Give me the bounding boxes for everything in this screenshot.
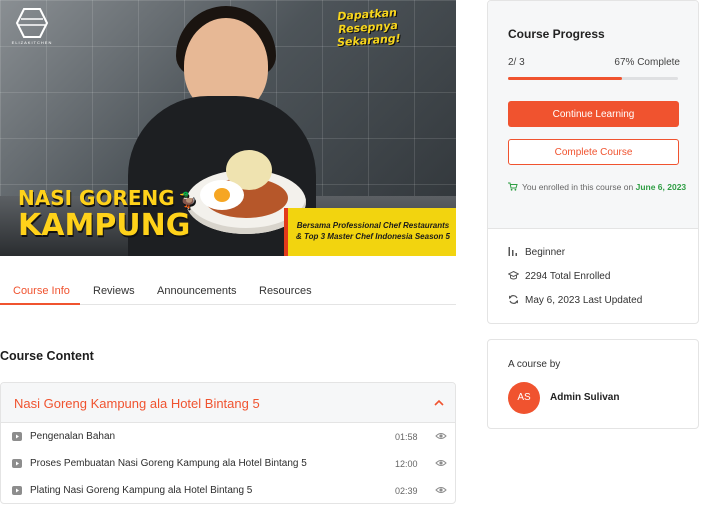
enrollment-date: June 6, 2023 [635,182,687,192]
tab-announcements[interactable]: Announcements [157,285,237,297]
tab-resources[interactable]: Resources [259,285,312,297]
topic-header[interactable]: Nasi Goreng Kampung ala Hotel Bintang 5 [1,383,455,423]
continue-learning-button[interactable]: Continue Learning [508,101,679,127]
play-icon [12,459,22,468]
play-icon [12,432,22,441]
duck-icon: 🦆 [178,191,198,209]
complete-course-button[interactable]: Complete Course [508,139,679,165]
avatar[interactable]: AS [508,382,540,414]
hero-title-line2: KAMPUNG [18,208,191,243]
topic-title: Nasi Goreng Kampung ala Hotel Bintang 5 [14,396,260,411]
lesson-item[interactable]: Proses Pembuatan Nasi Goreng Kampung ala… [1,451,455,477]
enrollment-note: You enrolled in this course on June 6, 2… [508,180,688,194]
lesson-item[interactable]: Plating Nasi Goreng Kampung ala Hotel Bi… [1,478,455,503]
lesson-title: Plating Nasi Goreng Kampung ala Hotel Bi… [30,485,253,496]
progress-count: 2/ 3 [508,57,525,68]
meta-enrolled: 2294 Total Enrolled [508,270,610,282]
cart-icon [508,182,518,191]
progress-percent: 67% Complete [614,57,680,68]
tab-reviews[interactable]: Reviews [93,285,135,297]
meta-enrolled-text: 2294 Total Enrolled [525,271,611,282]
author-card: A course by AS Admin Sulivan [487,339,699,429]
lesson-duration: 01:58 [395,432,418,442]
progress-title: Course Progress [508,27,605,41]
chevron-up-icon[interactable] [433,397,445,409]
refresh-icon [509,295,518,304]
meta-level-text: Beginner [525,247,566,258]
topic-accordion: Nasi Goreng Kampung ala Hotel Bintang 5 … [0,382,456,504]
meta-updated-text: May 6, 2023 Last Updated [525,295,643,306]
eye-icon[interactable] [435,485,447,495]
egg-yolk [214,188,230,202]
lesson-duration: 02:39 [395,486,418,496]
lesson-title: Pengenalan Bahan [30,431,116,442]
eye-icon[interactable] [435,458,447,468]
author-name[interactable]: Admin Sulivan [550,392,619,403]
level-bars-icon [508,247,517,256]
course-tabs: Course Info Reviews Announcements Resour… [0,278,456,305]
progress-section: Course Progress 2/ 3 67% Complete Contin… [488,1,698,229]
progress-bar [508,77,678,80]
active-tab-indicator [0,303,80,305]
enrollment-note-text: You enrolled in this course on [522,182,634,192]
hero-title-line1: NASI GORENG 🦆 [18,186,197,210]
logo-text: ELIZAKITCHEN [11,40,53,45]
play-icon [12,486,22,495]
course-progress-card: Course Progress 2/ 3 67% Complete Contin… [487,0,699,324]
hexagon-logo-icon [16,8,48,38]
promo-text: Dapatkan Resepnya Sekarang! [336,5,402,50]
graduation-cap-icon [508,270,519,280]
hero-title-line1-text: NASI GORENG [18,186,175,210]
meta-updated: May 6, 2023 Last Updated [508,294,642,306]
lesson-title: Proses Pembuatan Nasi Goreng Kampung ala… [30,458,307,469]
lesson-item[interactable]: Pengenalan Bahan 01:58 [1,424,455,450]
lesson-duration: 12:00 [395,459,418,469]
author-label: A course by [508,359,561,370]
progress-bar-fill [508,77,622,80]
meta-level: Beginner [508,246,565,258]
hero-banner: Bersama Professional Chef Restaurants & … [284,208,456,256]
course-content-heading: Course Content [0,349,94,363]
hero-banner-text: Bersama Professional Chef Restaurants & … [296,221,450,241]
tab-course-info[interactable]: Course Info [13,285,70,297]
brand-logo: ELIZAKITCHEN [10,8,54,52]
course-thumbnail: ELIZAKITCHEN Dapatkan Resepnya Sekarang!… [0,0,456,256]
eye-icon[interactable] [435,431,447,441]
